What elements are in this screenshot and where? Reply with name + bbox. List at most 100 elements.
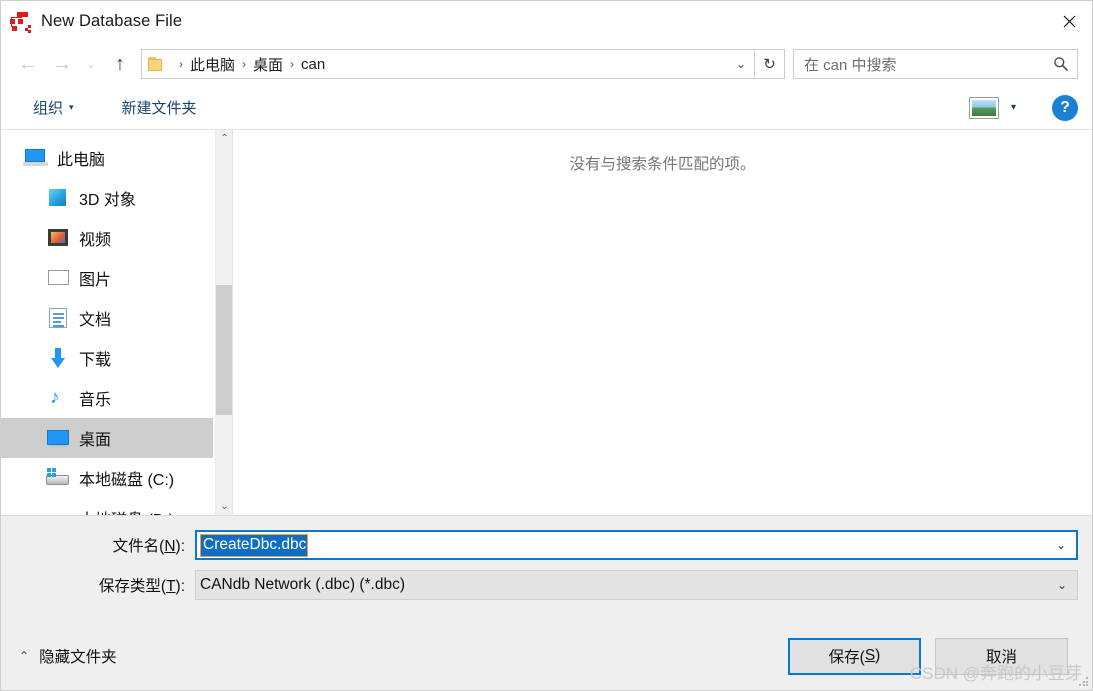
command-toolbar: 组织 ▾ 新建文件夹 ▾ ? <box>1 86 1092 130</box>
resize-grip[interactable] <box>1079 677 1089 687</box>
chevron-down-icon: ⌄ <box>735 57 747 71</box>
filetype-row: 保存类型(T): CANdb Network (.dbc) (*.dbc) ⌄ <box>1 570 1078 600</box>
up-button[interactable]: ↑ <box>103 49 137 79</box>
hide-folders-button[interactable]: ⌃ 隐藏文件夹 <box>19 645 117 667</box>
breadcrumb-separator: › <box>242 57 247 71</box>
new-folder-button[interactable]: 新建文件夹 <box>116 93 203 122</box>
sidebar-item-label: 下载 <box>79 352 112 369</box>
new-folder-label: 新建文件夹 <box>121 100 197 117</box>
organize-button[interactable]: 组织 ▾ <box>27 93 80 122</box>
sidebar-item-local-disk-c[interactable]: 本地磁盘 (C:) <box>1 458 213 498</box>
breadcrumb-separator: › <box>290 57 295 71</box>
sidebar-item-this-pc[interactable]: 此电脑 <box>1 138 213 178</box>
save-button[interactable]: 保存(S) <box>788 637 921 675</box>
sidebar-item-videos[interactable]: 视频 <box>1 218 213 258</box>
cancel-button[interactable]: 取消 <box>935 637 1068 675</box>
search-input[interactable]: 在 can 中搜索 <box>804 54 1051 75</box>
filename-label-key: N <box>164 538 176 555</box>
scroll-up-button[interactable]: ⌃ <box>216 130 232 147</box>
folder-tree: 此电脑 3D 对象 视频 图片 文档 下载 ♪ 音乐 桌面 本地磁盘 (C:) <box>1 130 232 515</box>
sidebar-scrollbar[interactable]: ⌃ ⌄ <box>215 130 232 515</box>
help-icon: ? <box>1060 98 1070 116</box>
filetype-value: CANdb Network (.dbc) (*.dbc) <box>200 576 406 593</box>
filetype-label-key: T <box>166 578 176 595</box>
address-history-button[interactable]: ⌄ <box>728 50 754 78</box>
sidebar-item-label: 视频 <box>79 232 112 249</box>
sidebar-item-label: 此电脑 <box>57 152 106 169</box>
sidebar-item-label: 本地磁盘 (D:) <box>79 506 174 515</box>
local-disk-c-icon <box>45 466 71 490</box>
filename-row: 文件名(N): CreateDbc.dbc ⌄ <box>1 530 1078 560</box>
chevron-down-icon: ⌄ <box>1055 538 1067 552</box>
search-box[interactable]: 在 can 中搜索 <box>793 49 1078 79</box>
downloads-icon <box>45 346 71 370</box>
video-icon <box>45 226 71 250</box>
filename-label-post: ): <box>175 538 185 555</box>
filetype-label-post: ): <box>175 578 185 595</box>
folder-icon <box>148 56 167 72</box>
close-button[interactable] <box>1046 1 1092 42</box>
sidebar-item-downloads[interactable]: 下载 <box>1 338 213 378</box>
navigation-bar: ← → ⌄ ↑ › 此电脑 › 桌面 › can ⌄ ↻ 在 can 中搜索 <box>1 42 1092 86</box>
dialog-body: 此电脑 3D 对象 视频 图片 文档 下载 ♪ 音乐 桌面 本地磁盘 (C:) … <box>1 130 1092 515</box>
change-view-button[interactable] <box>968 96 999 119</box>
arrow-right-icon: → <box>52 53 72 75</box>
sidebar-item-3d-objects[interactable]: 3D 对象 <box>1 178 213 218</box>
pictures-icon <box>45 266 71 290</box>
breadcrumb-item-1[interactable]: 桌面 <box>253 54 283 75</box>
title-bar: New Database File <box>1 1 1092 42</box>
save-label-key: S <box>864 647 876 664</box>
computer-icon <box>23 146 49 170</box>
chevron-up-icon: ⌃ <box>220 133 229 144</box>
chevron-down-icon: ⌄ <box>220 501 229 512</box>
save-label-post: ) <box>875 647 881 664</box>
file-form-panel: 文件名(N): CreateDbc.dbc ⌄ 保存类型(T): CANdb N… <box>1 515 1092 628</box>
sidebar-item-label: 图片 <box>79 272 112 289</box>
address-bar[interactable]: › 此电脑 › 桌面 › can ⌄ <box>141 49 755 79</box>
filename-label-pre: 文件名( <box>112 538 165 555</box>
breadcrumb: › 此电脑 › 桌面 › can <box>172 54 325 75</box>
filename-label: 文件名(N): <box>1 534 195 556</box>
filetype-label-pre: 保存类型( <box>98 578 167 595</box>
sidebar-item-music[interactable]: ♪ 音乐 <box>1 378 213 418</box>
view-options-caret-icon[interactable]: ▾ <box>1011 102 1016 113</box>
breadcrumb-item-2[interactable]: can <box>301 56 325 73</box>
sidebar-item-pictures[interactable]: 图片 <box>1 258 213 298</box>
filename-dropdown-button[interactable]: ⌄ <box>1046 532 1076 558</box>
database-network-icon <box>9 10 33 34</box>
local-disk-d-icon <box>45 506 71 515</box>
desktop-icon <box>45 426 71 450</box>
hide-folders-label: 隐藏文件夹 <box>39 649 117 666</box>
sidebar-item-label: 音乐 <box>79 392 112 409</box>
breadcrumb-item-0[interactable]: 此电脑 <box>190 54 235 75</box>
documents-icon <box>45 306 71 330</box>
forward-button[interactable]: → <box>45 49 79 79</box>
filetype-select[interactable]: CANdb Network (.dbc) (*.dbc) ⌄ <box>195 570 1078 600</box>
filetype-label: 保存类型(T): <box>1 574 195 596</box>
refresh-icon: ↻ <box>763 56 776 73</box>
back-button[interactable]: ← <box>11 49 45 79</box>
empty-state-message: 没有与搜索条件匹配的项。 <box>569 156 756 173</box>
arrow-up-icon: ↑ <box>115 53 125 75</box>
dialog-footer: ⌃ 隐藏文件夹 保存(S) 取消 CSDN @奔跑的小豆芽 <box>1 628 1092 690</box>
sidebar-item-documents[interactable]: 文档 <box>1 298 213 338</box>
cube-icon <box>45 186 71 210</box>
sidebar-item-label: 桌面 <box>79 432 112 449</box>
recent-locations-button[interactable]: ⌄ <box>79 49 103 79</box>
filename-value[interactable]: CreateDbc.dbc <box>199 533 309 557</box>
save-label-pre: 保存( <box>828 649 865 666</box>
scroll-down-button[interactable]: ⌄ <box>216 498 232 515</box>
navigation-pane: 此电脑 3D 对象 视频 图片 文档 下载 ♪ 音乐 桌面 本地磁盘 (C:) … <box>1 130 233 515</box>
view-thumbnail-icon <box>971 99 996 116</box>
sidebar-item-local-disk-d[interactable]: 本地磁盘 (D:) <box>1 498 213 515</box>
organize-label: 组织 <box>33 100 64 117</box>
filename-input[interactable]: CreateDbc.dbc ⌄ <box>195 530 1078 560</box>
chevron-down-icon: ▾ <box>69 102 74 112</box>
help-button[interactable]: ? <box>1052 94 1078 121</box>
scrollbar-thumb[interactable] <box>216 285 232 415</box>
sidebar-item-desktop[interactable]: 桌面 <box>1 418 213 458</box>
chevron-up-icon: ⌃ <box>19 649 30 663</box>
refresh-button[interactable]: ↻ <box>755 49 785 79</box>
file-list-pane[interactable]: 没有与搜索条件匹配的项。 <box>233 130 1092 515</box>
filetype-dropdown-button[interactable]: ⌄ <box>1047 571 1077 599</box>
